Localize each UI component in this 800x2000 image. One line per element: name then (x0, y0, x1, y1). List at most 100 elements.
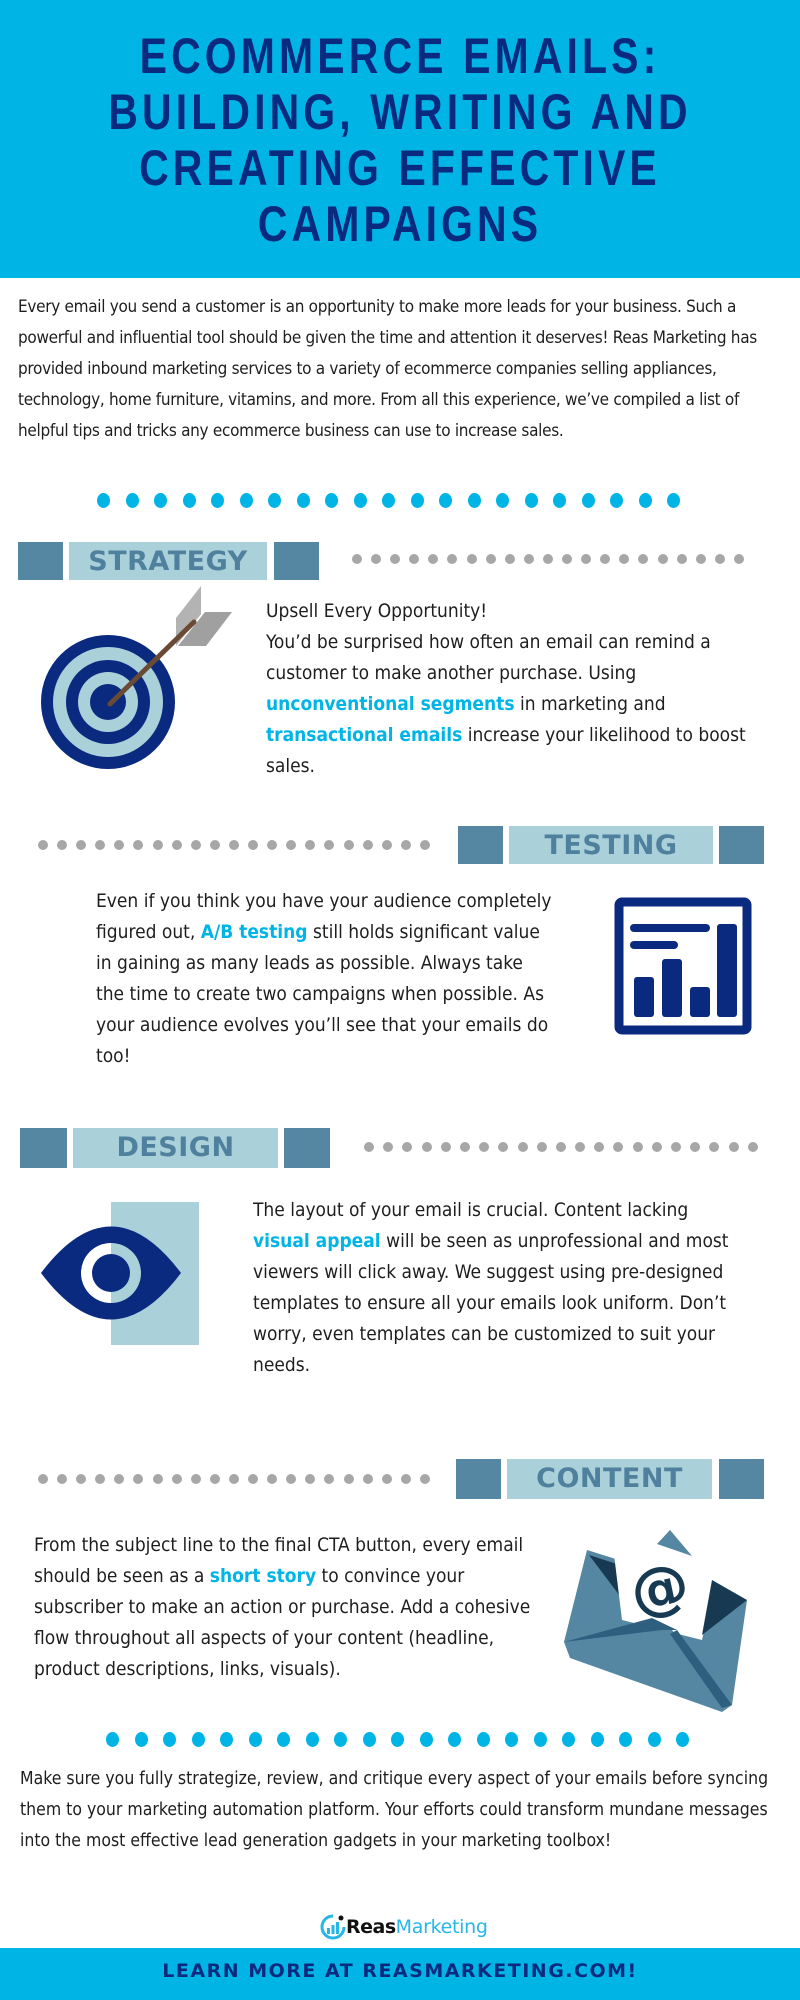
logo-text-marketing: Marketing (395, 1916, 488, 1938)
gray-dot (733, 554, 744, 564)
gray-dot (305, 840, 316, 850)
highlight-link[interactable]: visual appeal (253, 1230, 381, 1252)
blue-dot (182, 493, 196, 508)
gray-dot (714, 554, 725, 564)
gray-dot (517, 1142, 528, 1152)
banner-square (719, 826, 764, 864)
gray-dot (381, 840, 392, 850)
section-banner-design: DESIGN (20, 1128, 330, 1168)
section-banner-content: CONTENT (456, 1459, 764, 1499)
gray-dot (57, 840, 68, 850)
title-line: CAMPAIGNS (257, 196, 543, 252)
blue-dot (277, 1732, 290, 1747)
blue-dot (248, 1732, 262, 1747)
gray-dot (371, 554, 382, 564)
gray-dot (171, 840, 182, 850)
gray-dot (209, 840, 220, 850)
gray-dot (613, 1142, 624, 1152)
gray-dot (324, 1474, 335, 1484)
blue-dot (619, 1732, 632, 1747)
gray-dot (343, 840, 354, 850)
banner-square (719, 1459, 764, 1499)
highlight-link[interactable]: transactional emails (266, 724, 462, 746)
gray-dot (152, 1474, 163, 1484)
gray-dot-divider (38, 840, 430, 850)
highlight-link[interactable]: unconventional segments (266, 693, 515, 715)
gray-dot (581, 554, 592, 564)
gray-dot (638, 554, 649, 564)
text-run: in marketing and (514, 693, 666, 715)
gray-dot (76, 840, 87, 850)
banner-square (456, 1459, 501, 1499)
blue-dot (667, 493, 680, 508)
blue-dot (419, 1732, 433, 1747)
section-body: You’d be surprised how often an email ca… (266, 627, 746, 782)
gray-dot (402, 1142, 413, 1152)
gray-dot (671, 1142, 681, 1152)
gray-dot (383, 1142, 394, 1152)
blue-dot (134, 1732, 148, 1747)
email-envelope-icon: @ (562, 1530, 762, 1720)
blue-dot (590, 1732, 604, 1747)
blue-dot (562, 1732, 575, 1747)
blue-dot (448, 1732, 461, 1747)
gray-dot (364, 1142, 374, 1152)
bar-chart-icon (614, 897, 754, 1037)
blue-dot-divider (97, 493, 680, 508)
gray-dot (409, 554, 420, 564)
blue-dot (154, 493, 167, 508)
closing-paragraph: Make sure you fully strategize, review, … (20, 1769, 769, 1851)
blue-dot (125, 493, 139, 508)
section-banner-strategy: STRATEGY (18, 542, 320, 580)
blue-dot (505, 1732, 518, 1747)
section-body: The layout of your email is crucial. Con… (253, 1195, 743, 1381)
blue-dot (97, 493, 110, 508)
banner-square (458, 826, 503, 864)
gray-dot (362, 840, 373, 850)
gray-dot (447, 554, 458, 564)
gray-dot (400, 840, 411, 850)
blue-dot (467, 493, 481, 508)
gray-dot (419, 1474, 430, 1484)
blue-dot (362, 1732, 376, 1747)
banner-square (20, 1128, 67, 1168)
gray-dot (709, 1142, 720, 1152)
gray-dot (38, 840, 48, 850)
gray-dot (542, 554, 553, 564)
blue-dot (476, 1732, 490, 1747)
gray-dot (728, 1142, 739, 1152)
gray-dot (690, 1142, 701, 1152)
gray-dot (324, 840, 335, 850)
section-label: TESTING (509, 826, 713, 864)
gray-dot (651, 1142, 662, 1152)
footer-cta-link[interactable]: LEARN MORE AT REASMARKETING.COM! (0, 1960, 800, 1982)
gray-dot (38, 1474, 48, 1484)
blue-dot (163, 1732, 176, 1747)
blue-dot (296, 493, 310, 508)
gray-dot (305, 1474, 316, 1484)
gray-dot (95, 1474, 106, 1484)
reas-marketing-logo[interactable]: Reas Marketing (320, 1912, 490, 1942)
eye-icon (40, 1200, 210, 1350)
gray-dot-divider (352, 554, 744, 564)
section-label: CONTENT (507, 1459, 712, 1499)
blue-dot (268, 493, 281, 508)
blue-dot (496, 493, 509, 508)
blue-dot (410, 493, 424, 508)
blue-dot (647, 1732, 661, 1747)
gray-dot (171, 1474, 182, 1484)
highlight-link[interactable]: short story (210, 1565, 316, 1587)
blue-dot (334, 1732, 347, 1747)
blue-dot (553, 493, 566, 508)
title-line: CREATING EFFECTIVE (139, 140, 661, 196)
gray-dot (381, 1474, 392, 1484)
gray-dot (95, 840, 106, 850)
gray-dot (466, 554, 477, 564)
gray-dot (248, 1474, 259, 1484)
section-label: STRATEGY (69, 542, 267, 580)
highlight-link[interactable]: A/B testing (201, 921, 308, 943)
gray-dot (114, 840, 125, 850)
blue-dot (106, 1732, 119, 1747)
section-heading: Upsell Every Opportunity! (266, 600, 488, 622)
footer-bar: LEARN MORE AT REASMARKETING.COM! (0, 1948, 800, 2000)
